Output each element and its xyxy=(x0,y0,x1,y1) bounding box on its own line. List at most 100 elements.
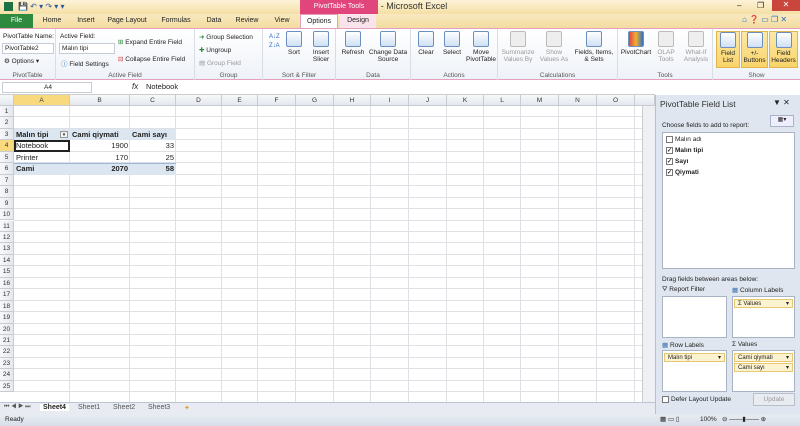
row-header-25[interactable]: 25 xyxy=(0,380,14,393)
select-button[interactable]: Select xyxy=(439,31,465,56)
sheet-tab-sheet4[interactable]: Sheet4 xyxy=(40,404,69,411)
column-item-values[interactable]: Σ Values xyxy=(734,299,793,308)
row-header-3[interactable]: 3 xyxy=(0,128,14,141)
column-header-D[interactable]: D xyxy=(176,95,222,106)
column-header-G[interactable]: G xyxy=(296,95,334,106)
row-header-6[interactable]: 6 xyxy=(0,163,14,175)
zoom-slider[interactable]: ⊖ ——▮—— ⊕ xyxy=(722,414,766,426)
row-header-2[interactable]: 2 xyxy=(0,117,14,129)
column-header-E[interactable]: E xyxy=(222,95,258,106)
sheet-tab-sheet1[interactable]: Sheet1 xyxy=(78,404,100,411)
field-settings-button[interactable]: ⓘ Field Settings xyxy=(61,58,109,68)
field-list-menu-icon[interactable]: ▼ ✕ xyxy=(773,98,790,107)
report-filter-area[interactable] xyxy=(662,296,727,338)
worksheet-grid[interactable]: A B C D E F G H I J K L M N O 1 2 3 4 5 6 7 8 9 10 11 12 13 14 15 16 17… xyxy=(0,95,655,402)
vertical-scrollbar[interactable] xyxy=(642,106,655,402)
tab-view[interactable]: View xyxy=(268,14,296,28)
tab-data[interactable]: Data xyxy=(200,14,228,28)
insert-sheet-icon[interactable]: ✦ xyxy=(184,404,190,412)
insert-slicer-button[interactable]: Insert Slicer xyxy=(307,31,335,63)
group-field-button[interactable]: ▤ Group Field xyxy=(199,59,241,67)
value-item-cami-sayi[interactable]: Cami sayı xyxy=(734,363,793,372)
row-header-18[interactable]: 18 xyxy=(0,300,14,313)
field-checkbox[interactable]: ✓ Malın tipi xyxy=(666,147,703,154)
sheet-tab-sheet2[interactable]: Sheet2 xyxy=(113,404,135,411)
pivot-cell[interactable]: 25 xyxy=(130,152,176,163)
column-header-I[interactable]: I xyxy=(371,95,409,106)
column-header-F[interactable]: F xyxy=(258,95,296,106)
move-pivottable-button[interactable]: Move PivotTable xyxy=(465,31,497,63)
column-header-C[interactable]: C xyxy=(130,95,176,106)
row-header-11[interactable]: 11 xyxy=(0,220,14,232)
row-header-24[interactable]: 24 xyxy=(0,369,14,381)
value-item-cami-qiymati[interactable]: Cami qiymati xyxy=(734,353,793,362)
update-button[interactable]: Update xyxy=(753,393,795,406)
row-header-8[interactable]: 8 xyxy=(0,186,14,198)
select-all-corner[interactable] xyxy=(0,95,14,106)
ungroup-button[interactable]: ✚ Ungroup xyxy=(199,46,231,54)
field-headers-button[interactable]: Field Headers xyxy=(769,31,798,68)
field-checkbox[interactable]: ✓ Qiymati xyxy=(666,169,699,176)
row-header-22[interactable]: 22 xyxy=(0,346,14,358)
column-header-J[interactable]: J xyxy=(409,95,447,106)
row-header-10[interactable]: 10 xyxy=(0,209,14,221)
row-header-7[interactable]: 7 xyxy=(0,174,14,187)
column-labels-area[interactable]: Σ Values xyxy=(732,296,795,338)
filter-dropdown-icon[interactable]: ▾ xyxy=(60,130,68,138)
plus-minus-buttons-button[interactable]: +/- Buttons xyxy=(741,31,768,68)
sort-az-icon[interactable]: A↓Z Z↓A xyxy=(269,33,280,51)
pivottable-name-input[interactable]: PivotTable2 xyxy=(2,43,54,54)
minimize-button[interactable]: – xyxy=(737,1,741,10)
name-box[interactable]: A4 xyxy=(2,82,92,93)
active-cell-a4[interactable] xyxy=(14,140,70,152)
row-header-12[interactable]: 12 xyxy=(0,231,14,244)
olap-tools-button[interactable]: OLAP Tools xyxy=(652,31,680,63)
tab-review[interactable]: Review xyxy=(232,14,262,28)
row-header-23[interactable]: 23 xyxy=(0,357,14,370)
sort-button[interactable]: Sort xyxy=(283,31,305,56)
summarize-values-button[interactable]: Summarize Values By xyxy=(500,31,536,63)
pivot-cell[interactable]: Cami qiymati xyxy=(70,129,130,140)
formula-input[interactable]: Notebook xyxy=(144,82,652,93)
sheet-nav-buttons[interactable]: ⏮ ◀ ▶ ⏭ xyxy=(4,404,31,411)
row-header-17[interactable]: 17 xyxy=(0,289,14,301)
row-header-4[interactable]: 4 xyxy=(0,140,14,152)
column-header-K[interactable]: K xyxy=(447,95,484,106)
tab-options[interactable]: Options xyxy=(300,14,338,28)
column-header-L[interactable]: L xyxy=(484,95,521,106)
active-field-input[interactable]: Malın tipi xyxy=(59,43,115,54)
column-header-O[interactable]: O xyxy=(597,95,635,106)
help-icon[interactable]: ⌂ ❓ ▭ ❐ ✕ xyxy=(742,15,787,24)
tab-formulas[interactable]: Formulas xyxy=(158,14,194,28)
column-header-N[interactable]: N xyxy=(559,95,597,106)
show-values-as-button[interactable]: Show Values As xyxy=(536,31,572,63)
tab-insert[interactable]: Insert xyxy=(72,14,100,28)
pivot-cell[interactable]: Cami xyxy=(14,163,70,174)
field-checkbox[interactable]: Malın adı xyxy=(666,136,702,143)
values-area[interactable]: Cami qiymati Cami sayı xyxy=(732,350,795,392)
field-checkbox[interactable]: ✓ Sayı xyxy=(666,158,688,165)
tab-design[interactable]: Design xyxy=(340,14,376,28)
options-button[interactable]: ⚙ Options ▾ xyxy=(4,57,39,65)
close-button[interactable]: ✕ xyxy=(772,0,800,11)
row-header-20[interactable]: 20 xyxy=(0,323,14,335)
row-header-16[interactable]: 16 xyxy=(0,277,14,290)
clear-button[interactable]: Clear xyxy=(413,31,439,56)
row-header-15[interactable]: 15 xyxy=(0,266,14,278)
column-header-H[interactable]: H xyxy=(334,95,371,106)
collapse-field-button[interactable]: ⊟ Collapse Entire Field xyxy=(118,55,185,63)
refresh-button[interactable]: Refresh xyxy=(339,31,367,56)
row-header-9[interactable]: 9 xyxy=(0,197,14,210)
defer-layout-checkbox[interactable]: Defer Layout Update xyxy=(662,396,731,403)
row-header-19[interactable]: 19 xyxy=(0,312,14,324)
fx-icon[interactable]: fx xyxy=(132,82,138,91)
tab-file[interactable]: File xyxy=(0,14,33,28)
row-labels-area[interactable]: Malın tipi xyxy=(662,350,727,392)
tab-page-layout[interactable]: Page Layout xyxy=(106,14,148,28)
column-header-B[interactable]: B xyxy=(70,95,130,106)
pivot-cell[interactable]: 2070 xyxy=(70,163,130,174)
field-list-button[interactable]: Field List xyxy=(716,31,740,68)
row-header-14[interactable]: 14 xyxy=(0,254,14,267)
pivot-cell[interactable]: 58 xyxy=(130,163,176,174)
pivot-cell[interactable]: 170 xyxy=(70,152,130,163)
